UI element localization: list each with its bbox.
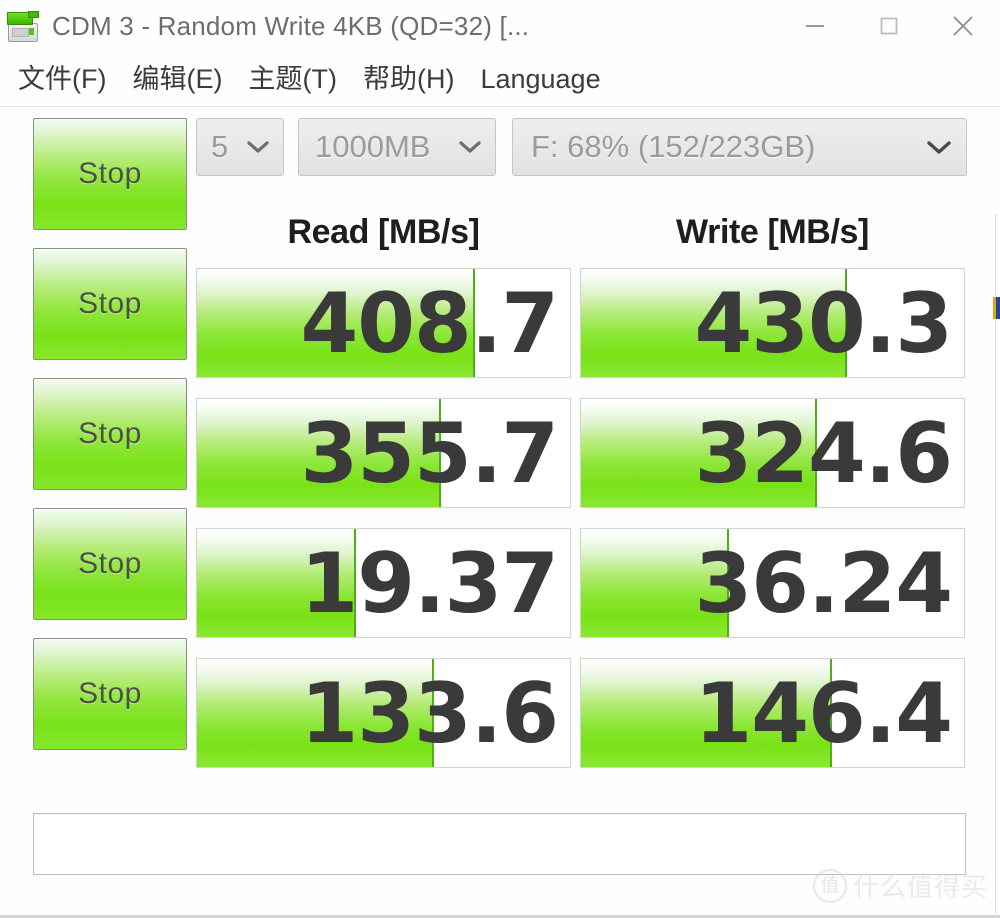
result-seq-read: 408.7 <box>196 268 571 378</box>
stop-button-seq[interactable]: Stop <box>33 248 187 360</box>
result-value: 36.24 <box>694 534 953 632</box>
menu-item-file[interactable]: 文件(F) <box>5 65 119 93</box>
stop-button-512k[interactable]: Stop <box>33 378 187 490</box>
maximize-icon <box>880 17 898 35</box>
column-header-read: Read [MB/s] <box>287 213 480 251</box>
stop-button-4k[interactable]: Stop <box>33 508 187 620</box>
comment-input[interactable] <box>33 813 966 875</box>
result-value: 355.7 <box>300 404 559 502</box>
menu-item-language[interactable]: Language <box>467 65 613 93</box>
result-4kqd32-write: 146.4 <box>580 658 965 768</box>
result-value: 146.4 <box>694 664 953 762</box>
minimize-button[interactable] <box>778 0 852 52</box>
result-value: 19.37 <box>300 534 559 632</box>
result-512k-read: 355.7 <box>196 398 571 508</box>
close-button[interactable] <box>926 0 1000 52</box>
drive-value: F: 68% (152/223GB) <box>531 129 816 164</box>
watermark-text: 什么值得买 <box>852 872 988 902</box>
test-size-select[interactable]: 1000MB <box>298 118 496 176</box>
result-4k-read: 19.37 <box>196 528 571 638</box>
menu-item-theme[interactable]: 主题(T) <box>235 65 349 93</box>
main-content: Stop Stop Stop Stop Stop 5 1000MB F: 68%… <box>0 107 1000 918</box>
result-seq-write: 430.3 <box>580 268 965 378</box>
chevron-down-icon <box>927 141 951 154</box>
stop-button-label: Stop <box>78 417 142 450</box>
watermark: 值 什么值得买 <box>812 867 988 904</box>
column-header-write: Write [MB/s] <box>676 213 869 251</box>
minimize-icon <box>806 25 824 27</box>
stop-button-label: Stop <box>78 157 142 190</box>
menu-item-help[interactable]: 帮助(H) <box>350 65 467 93</box>
result-value: 324.6 <box>694 404 953 502</box>
cdm-window: CDM 3 - Random Write 4KB (QD=32) [... 文件… <box>0 0 1000 918</box>
run-count-select[interactable]: 5 <box>196 118 284 176</box>
stop-button-label: Stop <box>78 677 142 710</box>
stop-button-4kqd32[interactable]: Stop <box>33 638 187 750</box>
maximize-button[interactable] <box>852 0 926 52</box>
drive-select[interactable]: F: 68% (152/223GB) <box>512 118 967 176</box>
result-4k-write: 36.24 <box>580 528 965 638</box>
disk-drive-icon <box>6 10 40 42</box>
menu-bar: 文件(F) 编辑(E) 主题(T) 帮助(H) Language <box>0 52 1000 107</box>
watermark-logo: 值 <box>812 868 847 903</box>
close-icon <box>953 16 973 36</box>
run-count-value: 5 <box>211 129 229 164</box>
chevron-down-icon <box>247 141 269 153</box>
chevron-down-icon <box>459 141 481 153</box>
stop-button-label: Stop <box>78 547 142 580</box>
right-edge-artifact <box>993 297 1000 319</box>
window-controls <box>778 0 1000 52</box>
menu-item-edit[interactable]: 编辑(E) <box>119 65 235 93</box>
result-value: 430.3 <box>694 274 953 372</box>
test-size-value: 1000MB <box>315 129 431 164</box>
result-512k-write: 324.6 <box>580 398 965 508</box>
result-value: 133.6 <box>300 664 559 762</box>
right-edge-divider <box>995 214 996 914</box>
window-title: CDM 3 - Random Write 4KB (QD=32) [... <box>52 10 530 41</box>
stop-button-all[interactable]: Stop <box>33 118 187 230</box>
stop-button-label: Stop <box>78 287 142 320</box>
title-bar: CDM 3 - Random Write 4KB (QD=32) [... <box>0 0 1000 52</box>
result-4kqd32-read: 133.6 <box>196 658 571 768</box>
result-value: 408.7 <box>300 274 559 372</box>
